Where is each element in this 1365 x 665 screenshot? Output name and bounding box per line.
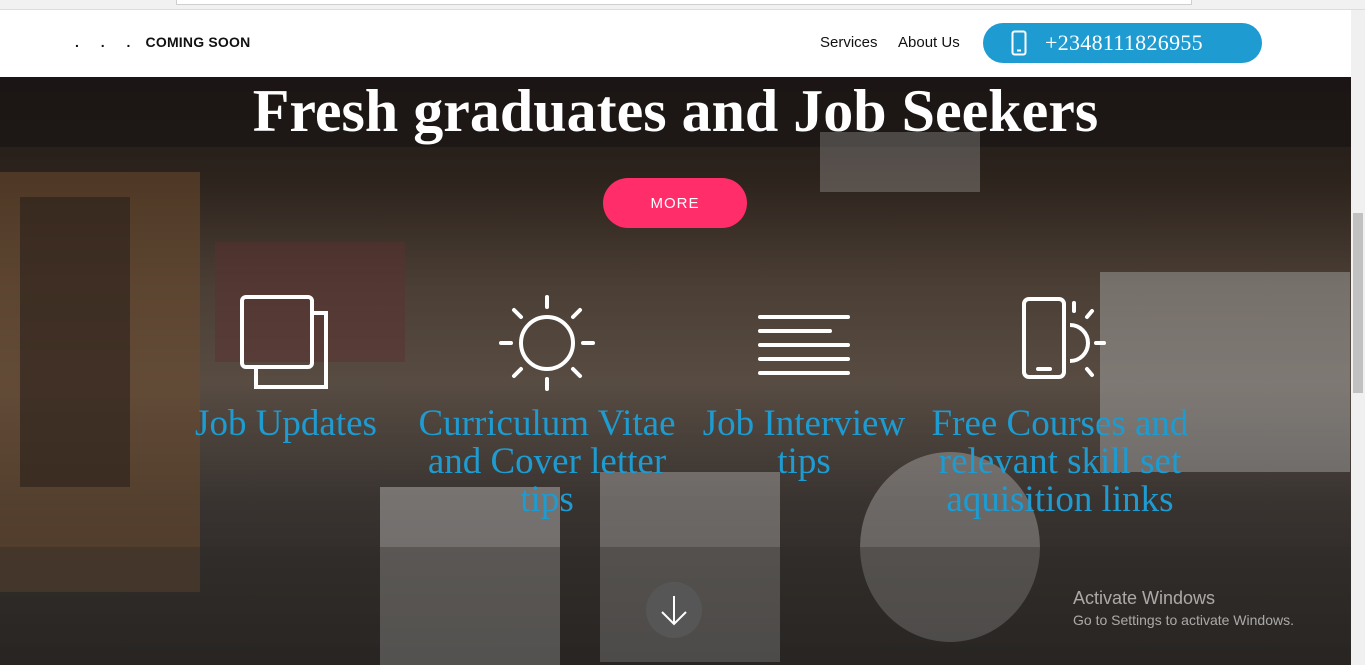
feature-cv-tips[interactable]: Curriculum Vitae and Cover letter tips — [417, 295, 677, 519]
hero-section: Fresh graduates and Job Seekers MORE Job… — [0, 77, 1351, 665]
scrollbar-thumb[interactable] — [1353, 213, 1363, 393]
watermark-line1: Activate Windows — [1073, 588, 1216, 608]
mobile-phone-icon — [1011, 30, 1027, 56]
arrow-down-icon — [661, 596, 687, 626]
windows-activation-watermark: Activate Windows Go to Settings to activ… — [1073, 588, 1294, 628]
documents-icon — [240, 295, 328, 389]
page-scrollbar[interactable] — [1351, 10, 1365, 665]
feature-free-courses[interactable]: Free Courses and relevant skill set aqui… — [930, 295, 1190, 519]
sun-icon — [499, 295, 595, 391]
address-bar[interactable] — [176, 0, 1192, 5]
text-lines-icon — [758, 315, 850, 375]
phone-button[interactable]: +2348111826955 — [983, 23, 1262, 63]
more-button[interactable]: MORE — [603, 178, 747, 228]
watermark-line2: Go to Settings to activate Windows. — [1073, 612, 1294, 628]
phone-sun-icon — [1022, 297, 1106, 379]
site-header: . . . COMING SOON Services About Us +234… — [0, 10, 1351, 77]
phone-number: +2348111826955 — [1045, 30, 1203, 55]
feature-label: Free Courses and relevant skill set aqui… — [931, 403, 1189, 520]
feature-label: Curriculum Vitae and Cover letter tips — [418, 403, 676, 520]
brand-logo[interactable]: . . . COMING SOON — [75, 34, 250, 50]
scroll-down-button[interactable] — [646, 582, 702, 638]
feature-label: Job Interview tips — [702, 403, 906, 482]
nav-about-us[interactable]: About Us — [898, 34, 960, 51]
browser-strip — [0, 0, 1365, 10]
feature-interview-tips[interactable]: Job Interview tips — [674, 295, 934, 481]
feature-label: Job Updates — [195, 403, 377, 444]
nav-services[interactable]: Services — [820, 34, 878, 51]
feature-job-updates[interactable]: Job Updates — [156, 295, 416, 443]
brand-text: COMING SOON — [145, 34, 251, 50]
brand-dots: . . . — [75, 34, 140, 50]
hero-title: Fresh graduates and Job Seekers — [252, 78, 1099, 144]
